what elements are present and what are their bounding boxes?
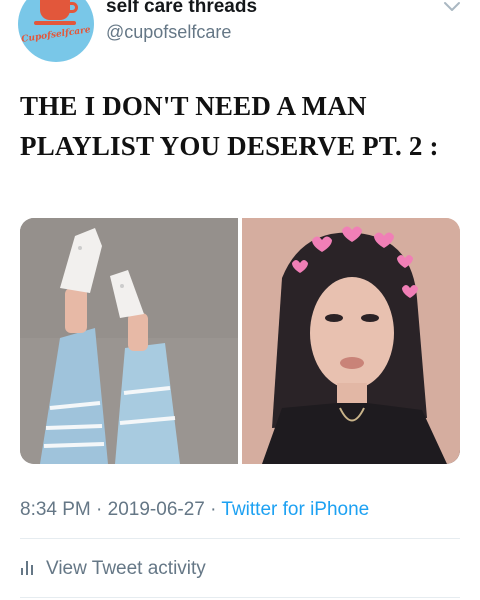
saucer-icon (34, 21, 76, 25)
avatar[interactable]: Cupofselfcare (18, 0, 94, 62)
tweet-meta: 8:34 PM · 2019-06-27 · Twitter for iPhon… (20, 499, 369, 521)
divider (20, 538, 460, 539)
display-name[interactable]: self care threads (106, 0, 257, 18)
meta-separator: · (90, 499, 108, 520)
meta-separator: · (204, 499, 222, 520)
media-grid (20, 218, 460, 464)
jeans-illustration (20, 218, 238, 464)
photo-portrait[interactable] (242, 218, 460, 464)
tweet-time[interactable]: 8:34 PM (20, 499, 91, 520)
chevron-down-icon[interactable] (442, 0, 462, 14)
user-handle[interactable]: @cupofselfcare (106, 22, 231, 43)
bar-chart-icon (20, 559, 38, 575)
cup-handle-icon (68, 2, 78, 13)
tweet-source-link[interactable]: Twitter for iPhone (221, 499, 369, 520)
view-activity-label: View Tweet activity (46, 558, 206, 579)
tweet-header: Cupofselfcare self care threads @cupofse… (0, 0, 480, 70)
cup-icon (40, 0, 70, 20)
divider (20, 597, 460, 598)
tweet-date[interactable]: 2019-06-27 (108, 499, 205, 520)
avatar-brand-text: Cupofselfcare (20, 25, 92, 45)
portrait-illustration (242, 218, 460, 464)
tweet-text: THE I DON'T NEED A MAN PLAYLIST YOU DESE… (20, 91, 439, 161)
photo-jeans[interactable] (20, 218, 238, 464)
view-activity-button[interactable]: View Tweet activity (20, 558, 206, 580)
